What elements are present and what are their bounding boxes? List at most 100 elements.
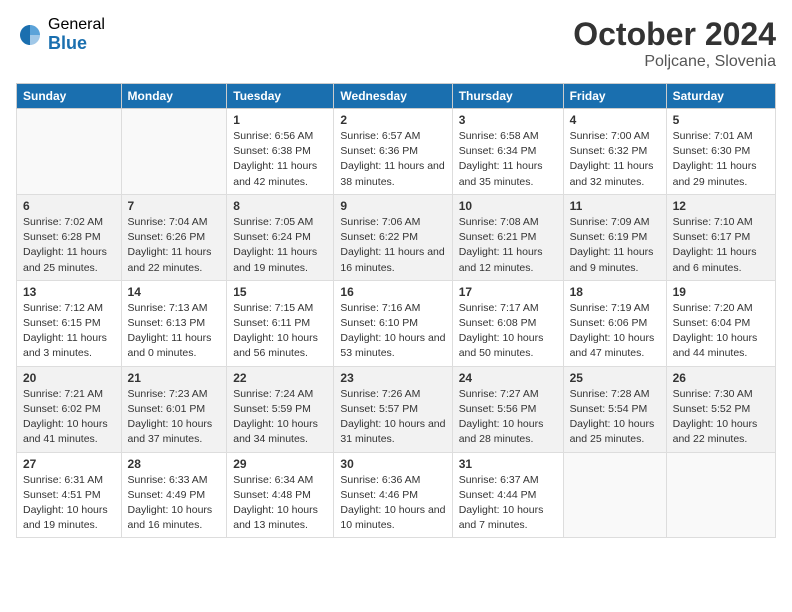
day-cell: 12 Sunrise: 7:10 AMSunset: 6:17 PMDayligh… [666, 194, 775, 280]
day-number: 2 [340, 113, 445, 127]
day-info: Sunrise: 7:09 AMSunset: 6:19 PMDaylight:… [570, 215, 660, 276]
day-number: 4 [570, 113, 660, 127]
day-cell: 27 Sunrise: 6:31 AMSunset: 4:51 PMDayligh… [17, 452, 122, 538]
day-number: 8 [233, 199, 327, 213]
day-cell: 21 Sunrise: 7:23 AMSunset: 6:01 PMDayligh… [121, 366, 227, 452]
col-header-wednesday: Wednesday [334, 84, 452, 109]
day-number: 13 [23, 285, 115, 299]
week-row-3: 13 Sunrise: 7:12 AMSunset: 6:15 PMDayligh… [17, 280, 776, 366]
day-info: Sunrise: 7:27 AMSunset: 5:56 PMDaylight:… [459, 387, 557, 448]
day-number: 22 [233, 371, 327, 385]
day-cell: 11Sunrise: 7:09 AMSunset: 6:19 PMDayligh… [563, 194, 666, 280]
day-number: 26 [673, 371, 769, 385]
day-info: Sunrise: 7:26 AMSunset: 5:57 PMDaylight:… [340, 387, 445, 448]
week-row-5: 27 Sunrise: 6:31 AMSunset: 4:51 PMDayligh… [17, 452, 776, 538]
day-number: 5 [673, 113, 769, 127]
day-number: 21 [128, 371, 221, 385]
week-row-1: 1 Sunrise: 6:56 AMSunset: 6:38 PMDaylight… [17, 109, 776, 195]
day-cell: 10Sunrise: 7:08 AMSunset: 6:21 PMDayligh… [452, 194, 563, 280]
title-block: October 2024 Poljcane, Slovenia [573, 16, 776, 71]
col-header-tuesday: Tuesday [227, 84, 334, 109]
day-number: 27 [23, 457, 115, 471]
day-cell [121, 109, 227, 195]
day-number: 23 [340, 371, 445, 385]
day-info: Sunrise: 7:28 AMSunset: 5:54 PMDaylight:… [570, 387, 660, 448]
day-cell: 8 Sunrise: 7:05 AMSunset: 6:24 PMDaylight… [227, 194, 334, 280]
day-info: Sunrise: 6:34 AMSunset: 4:48 PMDaylight:… [233, 473, 327, 534]
day-cell: 16Sunrise: 7:16 AMSunset: 6:10 PMDayligh… [334, 280, 452, 366]
day-number: 25 [570, 371, 660, 385]
day-info: Sunrise: 6:58 AMSunset: 6:34 PMDaylight:… [459, 129, 557, 190]
day-cell: 31Sunrise: 6:37 AMSunset: 4:44 PMDayligh… [452, 452, 563, 538]
day-number: 10 [459, 199, 557, 213]
day-number: 12 [673, 199, 769, 213]
day-info: Sunrise: 7:02 AMSunset: 6:28 PMDaylight:… [23, 215, 115, 276]
day-number: 30 [340, 457, 445, 471]
header-row: SundayMondayTuesdayWednesdayThursdayFrid… [17, 84, 776, 109]
day-cell: 20 Sunrise: 7:21 AMSunset: 6:02 PMDayligh… [17, 366, 122, 452]
day-cell [17, 109, 122, 195]
day-info: Sunrise: 7:19 AMSunset: 6:06 PMDaylight:… [570, 301, 660, 362]
day-info: Sunrise: 7:21 AMSunset: 6:02 PMDaylight:… [23, 387, 115, 448]
day-info: Sunrise: 7:24 AMSunset: 5:59 PMDaylight:… [233, 387, 327, 448]
month-year: October 2024 [573, 16, 776, 53]
day-info: Sunrise: 7:00 AMSunset: 6:32 PMDaylight:… [570, 129, 660, 190]
day-info: Sunrise: 7:13 AMSunset: 6:13 PMDaylight:… [128, 301, 221, 362]
day-cell: 23 Sunrise: 7:26 AMSunset: 5:57 PMDayligh… [334, 366, 452, 452]
day-info: Sunrise: 7:06 AMSunset: 6:22 PMDaylight:… [340, 215, 445, 276]
day-info: Sunrise: 7:15 AMSunset: 6:11 PMDaylight:… [233, 301, 327, 362]
day-info: Sunrise: 7:23 AMSunset: 6:01 PMDaylight:… [128, 387, 221, 448]
day-cell: 19Sunrise: 7:20 AMSunset: 6:04 PMDayligh… [666, 280, 775, 366]
day-cell: 14Sunrise: 7:13 AMSunset: 6:13 PMDayligh… [121, 280, 227, 366]
day-number: 6 [23, 199, 115, 213]
day-number: 29 [233, 457, 327, 471]
logo-general: General [48, 16, 105, 34]
col-header-thursday: Thursday [452, 84, 563, 109]
day-number: 3 [459, 113, 557, 127]
logo-icon [16, 21, 44, 49]
day-info: Sunrise: 7:05 AMSunset: 6:24 PMDaylight:… [233, 215, 327, 276]
day-cell: 24Sunrise: 7:27 AMSunset: 5:56 PMDayligh… [452, 366, 563, 452]
location: Poljcane, Slovenia [573, 53, 776, 71]
logo: General Blue [16, 16, 105, 53]
day-info: Sunrise: 6:56 AMSunset: 6:38 PMDaylight:… [233, 129, 327, 190]
day-info: Sunrise: 7:10 AMSunset: 6:17 PMDaylight:… [673, 215, 769, 276]
day-cell: 9 Sunrise: 7:06 AMSunset: 6:22 PMDaylight… [334, 194, 452, 280]
day-number: 16 [340, 285, 445, 299]
day-cell: 18Sunrise: 7:19 AMSunset: 6:06 PMDayligh… [563, 280, 666, 366]
day-info: Sunrise: 7:12 AMSunset: 6:15 PMDaylight:… [23, 301, 115, 362]
col-header-sunday: Sunday [17, 84, 122, 109]
col-header-monday: Monday [121, 84, 227, 109]
page-header: General Blue October 2024 Poljcane, Slov… [16, 16, 776, 71]
day-cell: 26 Sunrise: 7:30 AMSunset: 5:52 PMDayligh… [666, 366, 775, 452]
calendar-table: SundayMondayTuesdayWednesdayThursdayFrid… [16, 83, 776, 538]
day-number: 15 [233, 285, 327, 299]
day-cell: 2Sunrise: 6:57 AMSunset: 6:36 PMDaylight… [334, 109, 452, 195]
day-number: 7 [128, 199, 221, 213]
day-info: Sunrise: 7:30 AMSunset: 5:52 PMDaylight:… [673, 387, 769, 448]
day-cell: 28 Sunrise: 6:33 AMSunset: 4:49 PMDayligh… [121, 452, 227, 538]
day-info: Sunrise: 6:31 AMSunset: 4:51 PMDaylight:… [23, 473, 115, 534]
day-cell: 30 Sunrise: 6:36 AMSunset: 4:46 PMDayligh… [334, 452, 452, 538]
day-number: 9 [340, 199, 445, 213]
day-number: 20 [23, 371, 115, 385]
day-cell: 5Sunrise: 7:01 AMSunset: 6:30 PMDaylight… [666, 109, 775, 195]
day-info: Sunrise: 7:17 AMSunset: 6:08 PMDaylight:… [459, 301, 557, 362]
week-row-2: 6 Sunrise: 7:02 AMSunset: 6:28 PMDaylight… [17, 194, 776, 280]
day-number: 1 [233, 113, 327, 127]
day-info: Sunrise: 6:36 AMSunset: 4:46 PMDaylight:… [340, 473, 445, 534]
day-info: Sunrise: 6:33 AMSunset: 4:49 PMDaylight:… [128, 473, 221, 534]
week-row-4: 20 Sunrise: 7:21 AMSunset: 6:02 PMDayligh… [17, 366, 776, 452]
day-cell: 6 Sunrise: 7:02 AMSunset: 6:28 PMDaylight… [17, 194, 122, 280]
day-number: 28 [128, 457, 221, 471]
day-cell: 4 Sunrise: 7:00 AMSunset: 6:32 PMDaylight… [563, 109, 666, 195]
day-cell [563, 452, 666, 538]
day-cell: 15 Sunrise: 7:15 AMSunset: 6:11 PMDayligh… [227, 280, 334, 366]
col-header-friday: Friday [563, 84, 666, 109]
logo-text: General Blue [48, 16, 105, 53]
day-cell: 25 Sunrise: 7:28 AMSunset: 5:54 PMDayligh… [563, 366, 666, 452]
logo-blue: Blue [48, 34, 105, 54]
day-info: Sunrise: 7:04 AMSunset: 6:26 PMDaylight:… [128, 215, 221, 276]
day-cell: 17Sunrise: 7:17 AMSunset: 6:08 PMDayligh… [452, 280, 563, 366]
day-info: Sunrise: 6:37 AMSunset: 4:44 PMDaylight:… [459, 473, 557, 534]
